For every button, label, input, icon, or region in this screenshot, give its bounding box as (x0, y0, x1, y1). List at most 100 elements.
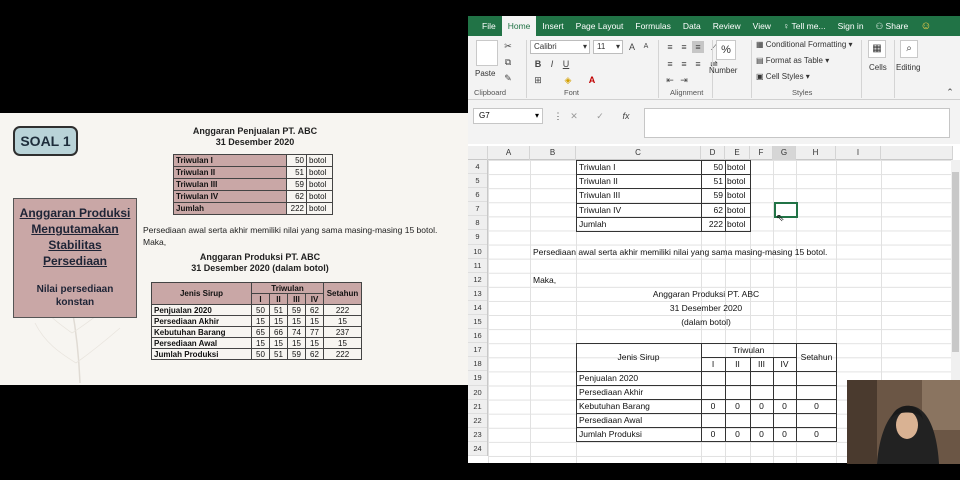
column-header[interactable]: B (530, 146, 576, 160)
column-header[interactable]: E (725, 146, 750, 160)
cell-value[interactable]: 0 (773, 399, 796, 413)
cell-value[interactable]: 0 (773, 427, 796, 441)
cell-value[interactable]: 0 (750, 399, 773, 413)
column-header[interactable]: A (488, 146, 530, 160)
row-header[interactable]: 13 (468, 287, 487, 301)
cells-button[interactable]: Cells (869, 63, 887, 72)
cell-value[interactable]: 50 (701, 160, 723, 174)
row-header[interactable]: 21 (468, 400, 487, 414)
title-cell[interactable]: Anggaran Produksi PT. ABC (576, 287, 836, 301)
cell-label[interactable]: Triwulan I (579, 160, 616, 174)
format-as-table-button[interactable]: ▤ Format as Table ▾ (756, 56, 829, 65)
column-header[interactable]: F (750, 146, 773, 160)
row-header[interactable]: 11 (468, 259, 487, 273)
font-name-select[interactable]: Calibri ▾ (530, 40, 590, 54)
row-header[interactable]: 9 (468, 230, 487, 245)
cell-label[interactable]: Triwulan III (579, 188, 620, 202)
column-header[interactable]: D (701, 146, 725, 160)
editing-button[interactable]: Editing (896, 63, 920, 72)
row-header[interactable]: 6 (468, 188, 487, 203)
header-triwulan[interactable]: Triwulan (701, 343, 796, 357)
cell-value[interactable]: 0 (701, 427, 725, 441)
increase-font-icon[interactable]: A (626, 41, 638, 53)
header-q[interactable]: II (725, 357, 750, 371)
row-name[interactable]: Kebutuhan Barang (579, 399, 650, 413)
cell-unit[interactable]: botol (727, 203, 745, 217)
percent-icon[interactable]: % (716, 40, 736, 60)
fill-color-icon[interactable]: ◈ (562, 74, 574, 86)
row-header[interactable]: 10 (468, 245, 487, 259)
smiley-icon[interactable]: ☺ (914, 16, 937, 36)
title-cell[interactable]: 31 Desember 2020 (576, 301, 836, 315)
cell-unit[interactable]: botol (727, 160, 745, 174)
align-left-icon[interactable]: ≡ (664, 58, 676, 70)
row-header[interactable]: 8 (468, 216, 487, 231)
tab-file[interactable]: File (476, 16, 502, 36)
cell-value[interactable]: 0 (725, 427, 750, 441)
borders-icon[interactable]: ⊞ (532, 74, 544, 86)
column-header[interactable]: I (836, 146, 881, 160)
cell-value[interactable]: 0 (750, 427, 773, 441)
cell-styles-button[interactable]: ▣ Cell Styles ▾ (756, 72, 810, 81)
row-header[interactable]: 7 (468, 202, 487, 217)
cell-value[interactable]: 0 (725, 399, 750, 413)
header-q[interactable]: IV (773, 357, 796, 371)
cell-value[interactable]: 0 (796, 427, 837, 441)
search-icon[interactable]: ⌕ (900, 40, 918, 58)
cell-value[interactable]: 0 (701, 399, 725, 413)
row-header[interactable]: 19 (468, 371, 487, 386)
cell-value[interactable]: 51 (701, 174, 723, 188)
cell-unit[interactable]: botol (727, 188, 745, 202)
decrease-font-icon[interactable]: A (640, 41, 652, 53)
number-format-button[interactable]: Number (709, 66, 737, 75)
increase-indent-icon[interactable]: ⇥ (678, 74, 690, 86)
italic-icon[interactable]: I (546, 58, 558, 70)
font-color-icon[interactable]: A (586, 74, 598, 86)
cell-label[interactable]: Triwulan IV (579, 203, 621, 217)
share-button[interactable]: ⚇ Share (870, 16, 915, 36)
row-header[interactable]: 4 (468, 160, 487, 175)
title-cell[interactable]: (dalam botol) (576, 315, 836, 329)
note-cell[interactable]: Persediaan awal serta akhir memiliki nil… (533, 245, 827, 259)
maka-cell[interactable]: Maka, (533, 273, 556, 287)
column-header[interactable]: G (773, 146, 796, 160)
row-name[interactable]: Persediaan Akhir (579, 385, 643, 399)
font-size-select[interactable]: 11 ▾ (593, 40, 623, 54)
cell-unit[interactable]: botol (727, 174, 745, 188)
align-bottom-icon[interactable]: ≡ (692, 41, 704, 53)
formula-input[interactable] (644, 108, 950, 138)
align-center-icon[interactable]: ≡ (678, 58, 690, 70)
tab-view[interactable]: View (747, 16, 777, 36)
align-top-icon[interactable]: ≡ (664, 41, 676, 53)
enter-icon[interactable]: ✓ (594, 110, 606, 122)
column-header[interactable]: H (796, 146, 836, 160)
row-header[interactable]: 23 (468, 428, 487, 442)
copy-icon[interactable]: ⧉ (502, 56, 514, 68)
cell-label[interactable]: Jumlah (579, 217, 606, 231)
cell-value[interactable]: 0 (796, 399, 837, 413)
row-name[interactable]: Persediaan Awal (579, 413, 642, 427)
align-middle-icon[interactable]: ≡ (678, 41, 690, 53)
row-header[interactable]: 16 (468, 329, 487, 344)
row-header[interactable]: 5 (468, 174, 487, 189)
clipboard-icon[interactable] (476, 40, 498, 66)
column-header[interactable]: C (576, 146, 701, 160)
tab-review[interactable]: Review (707, 16, 747, 36)
row-header[interactable]: 20 (468, 386, 487, 400)
underline-icon[interactable]: U (560, 58, 572, 70)
decrease-indent-icon[interactable]: ⇤ (664, 74, 676, 86)
sign-in-link[interactable]: Sign in (832, 16, 870, 36)
row-header[interactable]: 12 (468, 273, 487, 287)
cell-value[interactable]: 59 (701, 188, 723, 202)
header-setahun[interactable]: Setahun (796, 350, 837, 364)
cell-value[interactable]: 62 (701, 203, 723, 217)
scrollbar-thumb[interactable] (952, 172, 959, 352)
cell-unit[interactable]: botol (727, 217, 745, 231)
row-header[interactable]: 15 (468, 315, 487, 330)
paste-button[interactable]: Paste (475, 69, 495, 78)
align-right-icon[interactable]: ≡ (692, 58, 704, 70)
bold-icon[interactable]: B (532, 58, 544, 70)
tab-formulas[interactable]: Formulas (629, 16, 676, 36)
conditional-formatting-button[interactable]: ▦ Conditional Formatting ▾ (756, 40, 853, 49)
header-q[interactable]: I (701, 357, 725, 371)
